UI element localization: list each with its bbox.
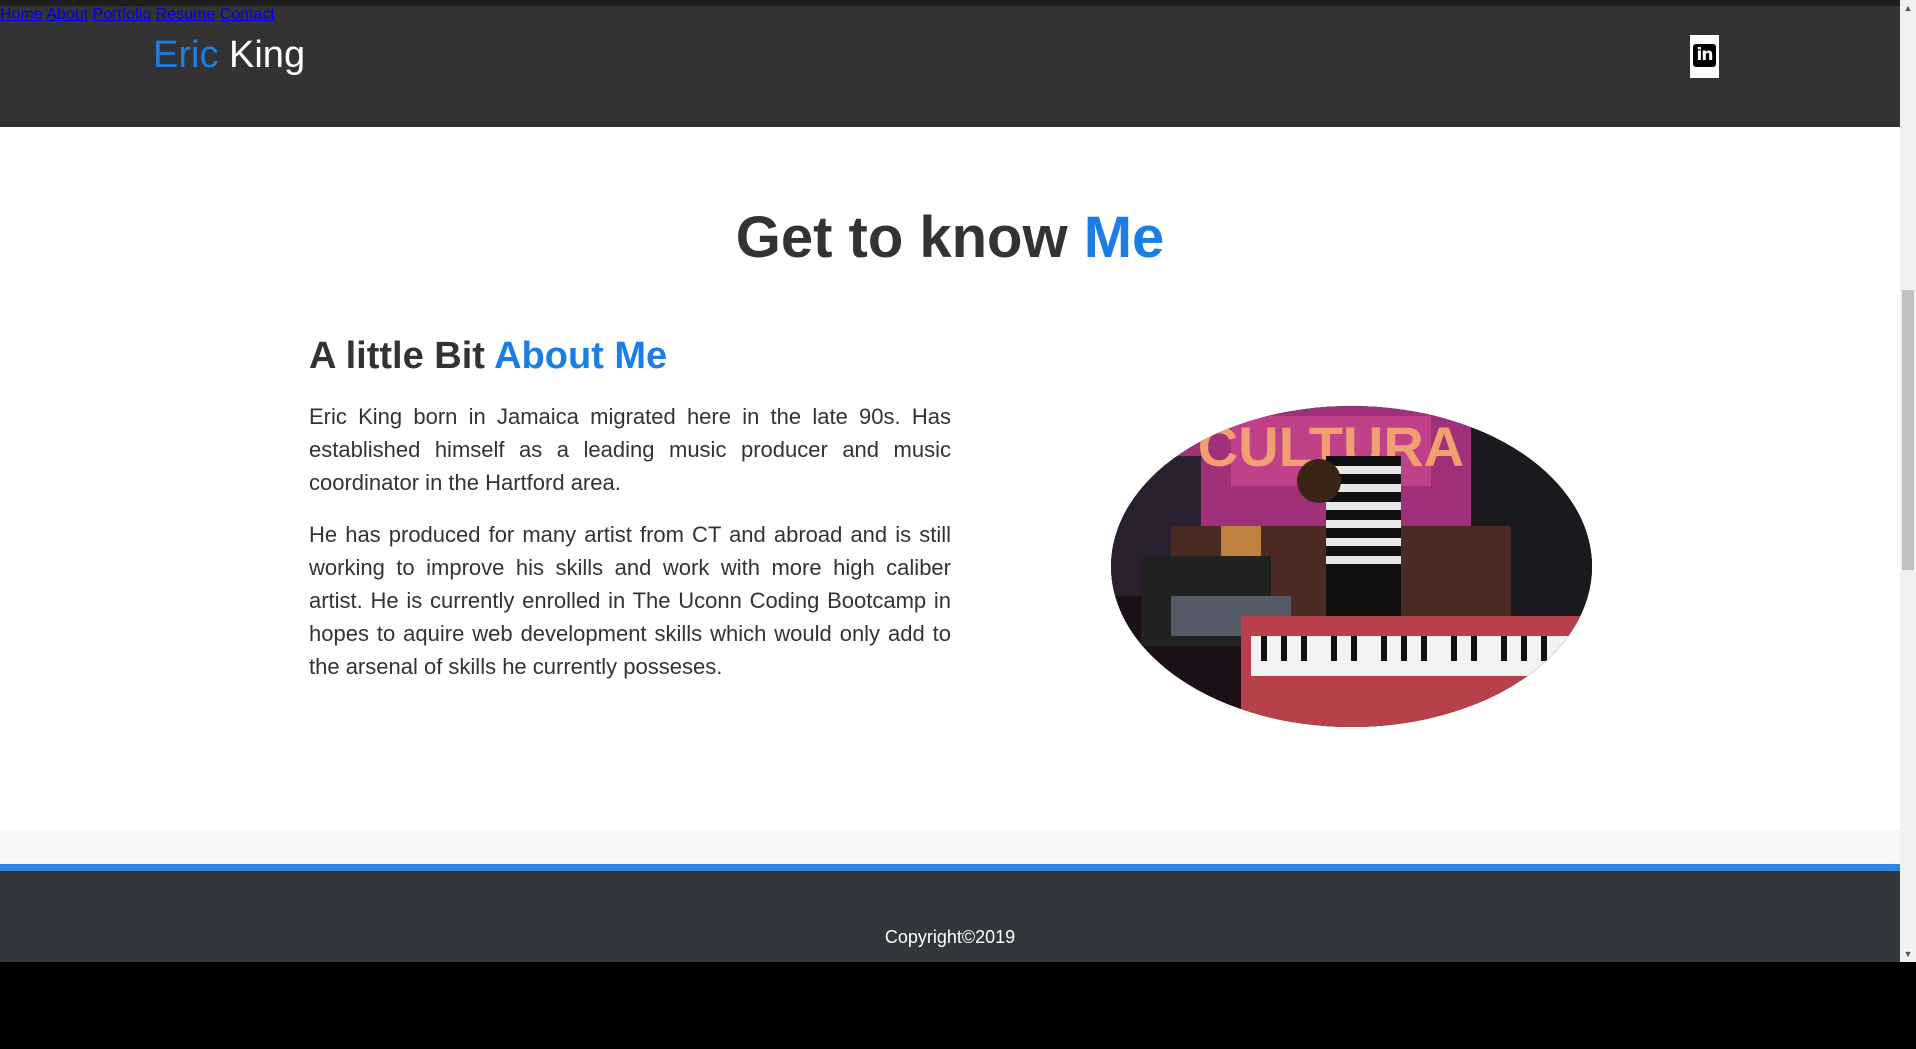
about-paragraph-2: He has produced for many artist from CT …: [309, 522, 951, 679]
scrollbar-thumb[interactable]: [1902, 290, 1914, 570]
studio-photo-illustration: CULTURA: [1111, 406, 1592, 727]
page-title: Get to know Me: [0, 209, 1900, 267]
about-heading: A little Bit About Me: [309, 337, 667, 375]
brand-last-name: King: [229, 34, 306, 76]
nav-portfolio[interactable]: Portfolio: [93, 6, 152, 23]
brand-first-name: Eric: [153, 34, 219, 76]
copyright-text: Copyright©2019: [884, 927, 1016, 947]
title-main: Get to know: [735, 205, 1068, 270]
nav-home[interactable]: Home: [0, 6, 43, 23]
linkedin-link[interactable]: in: [1690, 35, 1719, 78]
scroll-down-arrow-icon[interactable]: ▼: [1900, 946, 1916, 962]
title-accent: Me: [1083, 205, 1165, 270]
about-heading-main: A little Bit: [309, 335, 485, 377]
nav-contact[interactable]: Contact: [220, 6, 275, 23]
about-paragraph-1: Eric King born in Jamaica migrated here …: [309, 404, 951, 495]
nav-about[interactable]: About: [46, 6, 88, 23]
footer-spacer: [0, 830, 1900, 864]
navbar: Eric King Home About Portfolio Resume Co…: [0, 6, 1900, 127]
vertical-scrollbar[interactable]: ▲ ▼: [1900, 0, 1916, 962]
linkedin-icon: in: [1693, 44, 1716, 67]
nav-resume[interactable]: Resume: [156, 6, 216, 23]
brand-logo[interactable]: Eric King: [153, 36, 305, 74]
page: Eric King Home About Portfolio Resume Co…: [0, 0, 1900, 962]
scroll-up-arrow-icon[interactable]: ▲: [1900, 0, 1916, 16]
main-nav: Home About Portfolio Resume Contact in: [0, 6, 1900, 78]
about-heading-accent: About Me: [494, 335, 668, 377]
footer: Copyright©2019: [0, 864, 1900, 962]
profile-photo: CULTURA: [1111, 406, 1592, 727]
